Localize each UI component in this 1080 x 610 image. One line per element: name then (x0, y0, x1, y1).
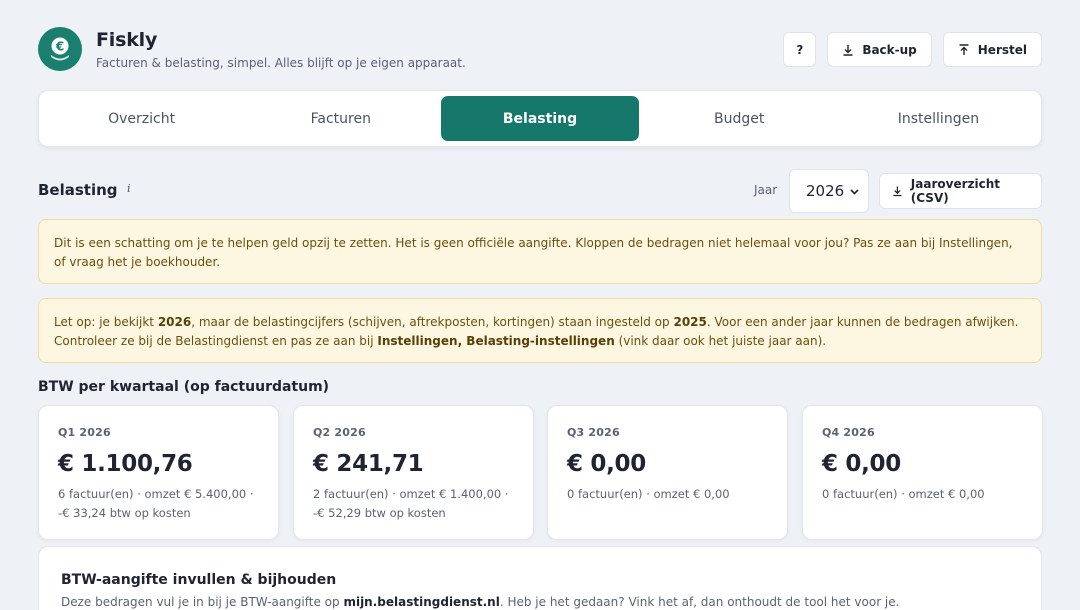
quarter-meta: 2 factuur(en) · omzet € 1.400,00 · -€ 52… (313, 487, 509, 520)
backup-button[interactable]: Back-up (827, 32, 932, 67)
header-actions: ? Back-up Herstel (783, 32, 1042, 67)
tab-overzicht[interactable]: Overzicht (43, 96, 240, 141)
panel-text: Deze bedragen vul je in bij je BTW-aangi… (61, 595, 344, 609)
notice-text: , maar de belastingcijfers (schijven, af… (191, 315, 674, 329)
notice-text: Let op: je bekijkt (54, 315, 158, 329)
quarter-meta: 0 factuur(en) · omzet € 0,00 (567, 487, 730, 501)
quarter-meta: 0 factuur(en) · omzet € 0,00 (822, 487, 985, 501)
estimate-notice: Dit is een schatting om je te helpen gel… (38, 219, 1042, 284)
year-mismatch-notice: Let op: je bekijkt 2026, maar de belasti… (38, 298, 1042, 363)
restore-button[interactable]: Herstel (942, 32, 1042, 67)
main-tabs: Overzicht Facturen Belasting Budget Inst… (38, 90, 1042, 147)
btw-filing-description: Deze bedragen vul je in bij je BTW-aangi… (61, 595, 1019, 609)
estimate-notice-text: Dit is een schatting om je te helpen gel… (54, 236, 1013, 269)
export-csv-button[interactable]: Jaaroverzicht (CSV) (879, 173, 1042, 209)
btw-quarterly-title: BTW per kwartaal (op factuurdatum) (38, 379, 330, 395)
quarter-meta: 6 factuur(en) · omzet € 5.400,00 · -€ 33… (58, 487, 254, 520)
page-title: Belasting (38, 181, 118, 199)
quarter-card-q2: Q2 2026 € 241,71 2 factuur(en) · omzet €… (293, 405, 534, 540)
btw-filing-title: BTW-aangifte invullen & bijhouden (61, 572, 337, 588)
quarter-amount: € 1.100,76 (58, 451, 193, 477)
tab-budget[interactable]: Budget (641, 96, 838, 141)
quarter-card-q1: Q1 2026 € 1.100,76 6 factuur(en) · omzet… (38, 405, 279, 540)
quarter-amount: € 241,71 (313, 451, 424, 477)
belastingdienst-link[interactable]: mijn.belastingdienst.nl (343, 595, 499, 609)
download-icon (843, 44, 853, 56)
notice-year-config: 2025 (673, 315, 707, 329)
info-icon[interactable]: i (127, 182, 131, 195)
app-name: Fiskly (96, 29, 158, 51)
restore-button-label: Herstel (977, 42, 1027, 57)
export-csv-label: Jaaroverzicht (CSV) (910, 177, 1000, 205)
tab-instellingen[interactable]: Instellingen (840, 96, 1037, 141)
help-button[interactable]: ? (783, 32, 817, 67)
quarter-card-q4: Q4 2026 € 0,00 0 factuur(en) · omzet € 0… (802, 405, 1043, 540)
backup-button-label: Back-up (862, 42, 917, 57)
euro-coin-icon: € (38, 27, 82, 71)
quarter-card-q3: Q3 2026 € 0,00 0 factuur(en) · omzet € 0… (547, 405, 788, 540)
quarter-label: Q3 2026 (567, 426, 620, 439)
app-header: € Fiskly Facturen & belasting, simpel. A… (38, 27, 1042, 73)
btw-filing-panel: BTW-aangifte invullen & bijhouden Deze b… (38, 546, 1042, 610)
quarter-label: Q1 2026 (58, 426, 111, 439)
app-tagline: Facturen & belasting, simpel. Alles blij… (96, 56, 466, 70)
brand: Fiskly Facturen & belasting, simpel. All… (96, 29, 466, 70)
year-label: Jaar (754, 183, 778, 197)
tab-facturen[interactable]: Facturen (242, 96, 439, 141)
upload-icon (959, 43, 969, 55)
quarter-label: Q2 2026 (313, 426, 366, 439)
year-select[interactable]: 2026 (789, 169, 869, 213)
notice-settings-link: Instellingen, Belasting-instellingen (377, 334, 615, 348)
chevron-down-icon (850, 188, 859, 195)
quarter-label: Q4 2026 (822, 426, 875, 439)
notice-text: (vink daar ook het juiste jaar aan). (614, 334, 827, 348)
notice-year-viewed: 2026 (157, 315, 192, 329)
quarter-amount: € 0,00 (822, 451, 901, 477)
quarter-amount: € 0,00 (567, 451, 646, 477)
panel-text: . Heb je het gedaan? Vink het af, dan on… (499, 595, 900, 609)
svg-text:€: € (55, 40, 64, 54)
download-icon (893, 186, 902, 197)
year-select-value: 2026 (806, 182, 845, 200)
tab-belasting[interactable]: Belasting (441, 96, 639, 141)
help-button-label: ? (796, 42, 804, 57)
